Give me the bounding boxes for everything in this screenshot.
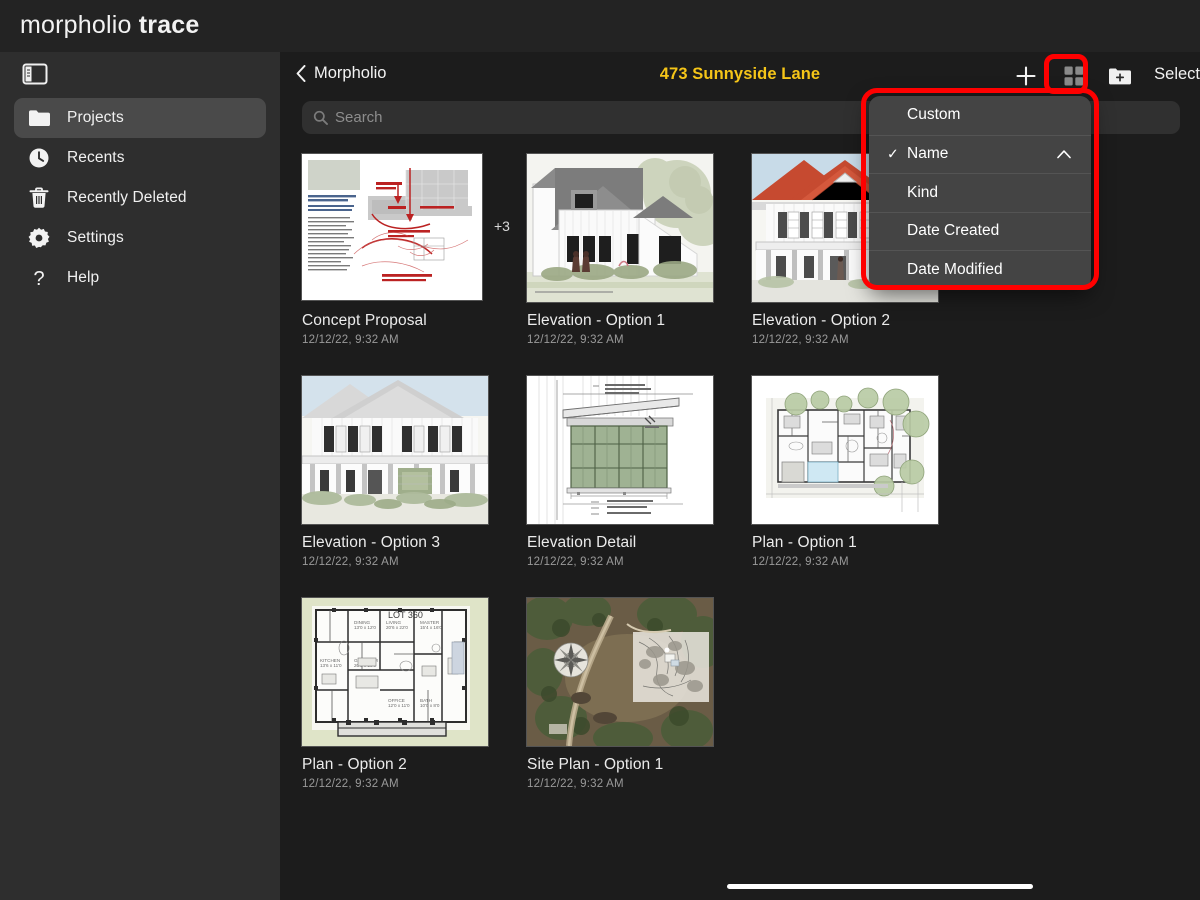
sidebar-item-label: Projects (67, 109, 124, 127)
thumbnail-wrapper (527, 598, 713, 746)
sidebar: Projects Recents (0, 52, 280, 900)
sidebar-item-recently-deleted[interactable]: Recently Deleted (14, 178, 266, 218)
sort-option-label: Date Created (907, 222, 999, 240)
search-icon (313, 110, 328, 125)
sidebar-item-settings[interactable]: Settings (14, 218, 266, 258)
folder-icon (26, 106, 52, 130)
thumbnail-concept-proposal[interactable] (302, 154, 482, 300)
sort-option-label: Kind (907, 184, 938, 202)
grid-item-date: 12/12/22, 9:32 AM (527, 778, 752, 790)
sidebar-item-help[interactable]: ? Help (14, 258, 266, 298)
thumbnail-wrapper: +3 (302, 154, 488, 302)
sidebar-nav: Projects Recents (14, 98, 266, 298)
grid-item-title: Site Plan - Option 1 (527, 756, 752, 774)
thumbnail-wrapper (527, 376, 713, 524)
thumbnail-plan-option-1[interactable] (752, 376, 938, 524)
svg-text:20'6 x 22'0: 20'6 x 22'0 (386, 625, 408, 630)
grid-item[interactable]: Plan - Option 1 12/12/22, 9:32 AM (752, 376, 977, 568)
grid-item-date: 12/12/22, 9:32 AM (302, 334, 527, 346)
sort-option-name[interactable]: ✓ Name (869, 135, 1091, 174)
grid-item-caption: Site Plan - Option 1 12/12/22, 9:32 AM (527, 756, 752, 790)
svg-text:13'0 x 12'0: 13'0 x 12'0 (354, 625, 376, 630)
thumbnail-wrapper (752, 376, 938, 524)
sort-option-label: Custom (907, 106, 960, 124)
sort-dropdown-menu: Custom ✓ Name Kind Date Created Date Mod… (869, 96, 1091, 289)
grid-item-caption: Elevation - Option 3 12/12/22, 9:32 AM (302, 534, 527, 568)
sidebar-item-label: Recently Deleted (67, 189, 187, 207)
grid-item-date: 12/12/22, 9:32 AM (752, 334, 977, 346)
sidebar-item-label: Recents (67, 149, 125, 167)
thumbnail-elevation-option-1[interactable] (527, 154, 713, 302)
sort-option-custom[interactable]: Custom (869, 96, 1091, 135)
chevron-up-icon[interactable] (1057, 150, 1071, 159)
brand-bold: trace (139, 11, 200, 39)
new-folder-icon[interactable] (1106, 62, 1134, 90)
thumbnail-plan-option-2[interactable]: DINING13'0 x 12'0 LIVING20'6 x 22'0 MAST… (302, 598, 488, 746)
grid-item-date: 12/12/22, 9:32 AM (527, 334, 752, 346)
thumbnail-wrapper: DINING13'0 x 12'0 LIVING20'6 x 22'0 MAST… (302, 598, 488, 746)
compass-rose-icon (554, 643, 588, 677)
sort-option-date-created[interactable]: Date Created (869, 212, 1091, 251)
thumbnail-wrapper (302, 376, 488, 524)
sort-option-label: Date Modified (907, 261, 1003, 279)
grid-item-caption: Elevation - Option 1 12/12/22, 9:32 AM (527, 312, 752, 346)
grid-item-title: Elevation - Option 1 (527, 312, 752, 330)
sidebar-item-recents[interactable]: Recents (14, 138, 266, 178)
svg-text:13'6 x 11'0: 13'6 x 11'0 (320, 663, 342, 668)
thumbnail-wrapper (527, 154, 713, 302)
grid-item[interactable]: Elevation - Option 1 12/12/22, 9:32 AM (527, 154, 752, 346)
sort-option-label: Name (907, 145, 948, 163)
sidebar-item-projects[interactable]: Projects (14, 98, 266, 138)
brand-bar: morpholio trace (0, 0, 1200, 52)
grid-item[interactable]: +3 Concept Proposal 12/12/22, 9:32 AM (302, 154, 527, 346)
grid-item-title: Concept Proposal (302, 312, 527, 330)
sidebar-item-label: Help (67, 269, 99, 287)
grid-item[interactable]: Elevation Detail 12/12/22, 9:32 AM (527, 376, 752, 568)
sidebar-toggle-icon[interactable] (22, 63, 48, 85)
grid-item-date: 12/12/22, 9:32 AM (302, 556, 527, 568)
grid-item-caption: Plan - Option 2 12/12/22, 9:32 AM (302, 756, 527, 790)
question-icon: ? (26, 266, 52, 290)
grid-item-date: 12/12/22, 9:32 AM (752, 556, 977, 568)
gear-icon (26, 226, 52, 250)
trash-icon (26, 186, 52, 210)
svg-text:?: ? (33, 268, 44, 289)
grid-item-title: Plan - Option 2 (302, 756, 527, 774)
brand-light: morpholio (20, 11, 132, 39)
search-placeholder: Search (335, 109, 383, 126)
thumbnail-site-plan-option-1[interactable] (527, 598, 713, 746)
sidebar-item-label: Settings (67, 229, 124, 247)
select-button[interactable]: Select (1154, 65, 1200, 84)
grid-item-caption: Plan - Option 1 12/12/22, 9:32 AM (752, 534, 977, 568)
thumbnail-elevation-option-3[interactable] (302, 376, 488, 524)
thumbnail-elevation-detail[interactable] (527, 376, 713, 524)
grid-item-title: Elevation - Option 3 (302, 534, 527, 552)
grid-item[interactable]: Elevation - Option 3 12/12/22, 9:32 AM (302, 376, 527, 568)
grid-item-date: 12/12/22, 9:32 AM (302, 778, 527, 790)
home-indicator (727, 884, 1033, 889)
clock-icon (26, 146, 52, 170)
sort-option-date-modified[interactable]: Date Modified (869, 250, 1091, 289)
grid-view-icon[interactable] (1060, 62, 1088, 90)
stack-count-badge: +3 (494, 218, 510, 234)
grid-item-caption: Elevation - Option 2 12/12/22, 9:32 AM (752, 312, 977, 346)
svg-text:12'0 x 11'0: 12'0 x 11'0 (388, 703, 410, 708)
grid-item[interactable]: DINING13'0 x 12'0 LIVING20'6 x 22'0 MAST… (302, 598, 527, 790)
svg-text:15'4 x 16'0: 15'4 x 16'0 (420, 625, 442, 630)
grid-item-caption: Concept Proposal 12/12/22, 9:32 AM (302, 312, 527, 346)
grid-item-title: Elevation - Option 2 (752, 312, 977, 330)
add-icon[interactable] (1012, 62, 1040, 90)
check-icon: ✓ (887, 146, 899, 163)
grid-item[interactable]: Site Plan - Option 1 12/12/22, 9:32 AM (527, 598, 752, 790)
grid-item-title: Elevation Detail (527, 534, 752, 552)
grid-item-caption: Elevation Detail 12/12/22, 9:32 AM (527, 534, 752, 568)
plan-lot-label: LOT 360 (388, 610, 423, 620)
app-root: morpholio trace Projects (0, 0, 1200, 900)
svg-text:10'0 x 8'0: 10'0 x 8'0 (420, 703, 440, 708)
grid-item-title: Plan - Option 1 (752, 534, 977, 552)
sort-option-kind[interactable]: Kind (869, 173, 1091, 212)
grid-item-date: 12/12/22, 9:32 AM (527, 556, 752, 568)
app-title: morpholio trace (20, 11, 200, 40)
toolbar: Morpholio 473 Sunnyside Lane (280, 52, 1200, 100)
